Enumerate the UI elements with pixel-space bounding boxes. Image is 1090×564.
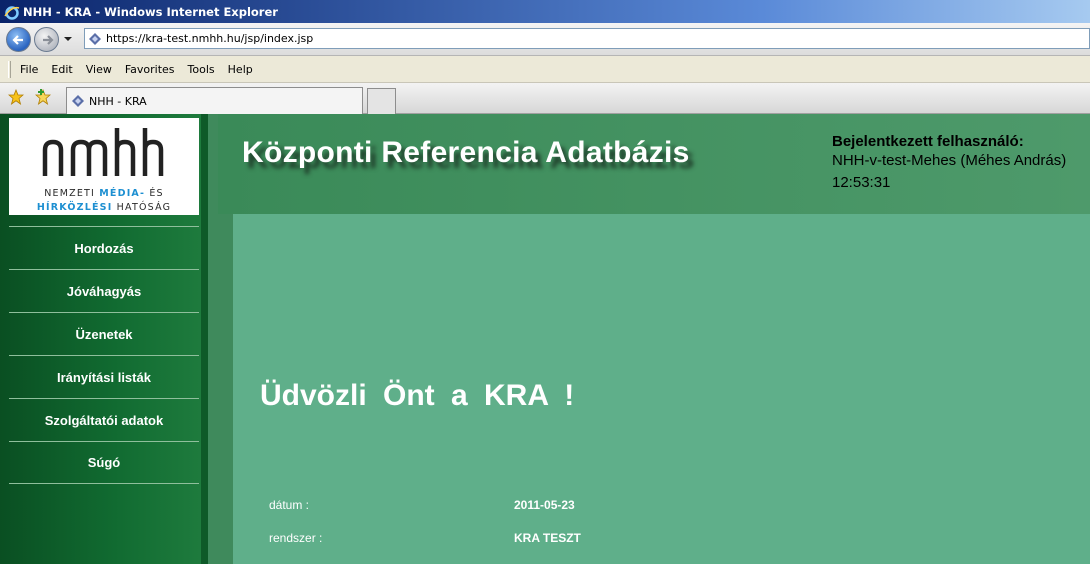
logo-line2-part2: HATÓSÁG <box>112 202 172 213</box>
site-title: Központi Referencia Adatbázis <box>242 136 690 169</box>
clock: 12:53:31 <box>832 174 891 191</box>
address-url: https://kra-test.nmhh.hu/jsp/index.jsp <box>106 32 314 45</box>
logo-line2-part1: HÍRKÖZLÉSI <box>36 202 113 213</box>
menu-favorites[interactable]: Favorites <box>125 63 175 76</box>
logo-line1-part1: NEMZETI <box>44 188 100 199</box>
favorites-bar: NHH - KRA <box>0 83 1090 114</box>
logged-in-user: Bejelentkezett felhasználó: NHH-v-test-M… <box>832 132 1066 193</box>
address-toolbar: https://kra-test.nmhh.hu/jsp/index.jsp <box>0 23 1090 56</box>
web-page: NEMZETI MÉDIA- ÉS HÍRKÖZLÉSI HATÓSÁG Hor… <box>0 114 1090 564</box>
welcome-heading: Üdvözli Önt a KRA ! <box>260 379 575 412</box>
address-input[interactable]: https://kra-test.nmhh.hu/jsp/index.jsp <box>84 28 1090 49</box>
toolbar-grip <box>8 60 11 78</box>
back-button[interactable] <box>6 27 31 52</box>
sidebar-item-szolgaltatoi-adatok[interactable]: Szolgáltatói adatok <box>9 398 199 441</box>
sidebar: NEMZETI MÉDIA- ÉS HÍRKÖZLÉSI HATÓSÁG Hor… <box>0 114 208 564</box>
page-icon <box>89 32 101 45</box>
sidebar-item-iranyitasi-listak[interactable]: Irányítási listák <box>9 355 199 398</box>
menu-bar: File Edit View Favorites Tools Help <box>0 56 1090 83</box>
system-label: rendszer : <box>269 531 323 545</box>
menu-tools[interactable]: Tools <box>188 63 215 76</box>
date-value: 2011-05-23 <box>514 498 575 512</box>
sidebar-item-jovahagyas[interactable]: Jóváhagyás <box>9 269 199 312</box>
sidebar-divider <box>201 114 208 564</box>
logo-line1-part2: MÉDIA- <box>99 188 146 199</box>
back-arrow-icon <box>11 34 23 45</box>
ie-logo-icon <box>4 5 20 20</box>
menu-help[interactable]: Help <box>228 63 253 76</box>
sidebar-item-hordozas[interactable]: Hordozás <box>9 226 199 269</box>
nmhh-logo-mark <box>42 128 164 176</box>
nmhh-logo[interactable]: NEMZETI MÉDIA- ÉS HÍRKÖZLÉSI HATÓSÁG <box>9 118 199 215</box>
sidebar-menu: Hordozás Jóváhagyás Üzenetek Irányítási … <box>9 226 199 484</box>
menu-view[interactable]: View <box>86 63 112 76</box>
logo-text-line1: NEMZETI MÉDIA- ÉS <box>9 188 199 199</box>
forward-button[interactable] <box>34 27 59 52</box>
sidebar-item-uzenetek[interactable]: Üzenetek <box>9 312 199 355</box>
tab-page-icon <box>72 95 84 107</box>
window-title: NHH - KRA - Windows Internet Explorer <box>23 4 278 19</box>
logged-in-username: NHH-v-test-Mehes (Méhes András) <box>832 152 1067 169</box>
recent-pages-dropdown-icon[interactable] <box>63 34 73 44</box>
logo-line1-part3: ÉS <box>145 188 164 199</box>
favorites-star-icon[interactable] <box>8 89 24 105</box>
system-value: KRA TESZT <box>514 531 581 545</box>
sidebar-item-sugo[interactable]: Súgó <box>9 441 199 484</box>
date-label: dátum : <box>269 498 310 512</box>
tab-label: NHH - KRA <box>89 94 147 108</box>
tab-nhh-kra[interactable]: NHH - KRA <box>66 87 363 114</box>
logged-in-label: Bejelentkezett felhasználó: <box>832 133 1024 150</box>
main-content: Üdvözli Önt a KRA ! dátum : 2011-05-23 r… <box>233 214 1090 564</box>
menu-file[interactable]: File <box>20 63 38 76</box>
menu-edit[interactable]: Edit <box>51 63 72 76</box>
window-titlebar: NHH - KRA - Windows Internet Explorer <box>0 0 1090 23</box>
new-tab-button[interactable] <box>367 88 396 114</box>
logo-text-line2: HÍRKÖZLÉSI HATÓSÁG <box>9 202 199 213</box>
add-favorites-icon[interactable] <box>35 89 51 105</box>
forward-arrow-icon <box>42 34 54 45</box>
page-header: Központi Referencia Adatbázis Bejelentke… <box>218 114 1090 214</box>
